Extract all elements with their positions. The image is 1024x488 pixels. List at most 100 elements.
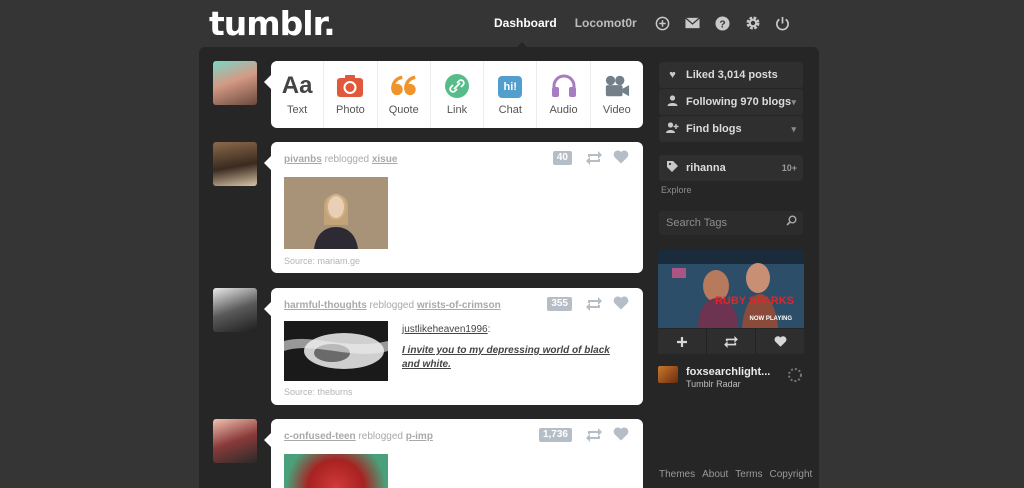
post-type-photo[interactable]: Photo bbox=[324, 61, 378, 128]
help-icon[interactable]: ? bbox=[715, 15, 731, 31]
reblog-source-link[interactable]: wrists-of-crimson bbox=[417, 300, 501, 311]
headphones-icon bbox=[551, 74, 577, 98]
radar-image[interactable]: RUBY SPARKS NOW PLAYING bbox=[658, 250, 804, 328]
tumblr-logo[interactable]: tumblr. bbox=[209, 4, 336, 43]
heart-icon[interactable] bbox=[613, 149, 629, 165]
top-nav: Dashboard Locomot0r ? bbox=[494, 0, 805, 48]
sidebar-tag-rihanna[interactable]: rihanna 10+ bbox=[659, 155, 803, 181]
radar-blog-avatar[interactable] bbox=[658, 366, 678, 383]
radar-loading-icon bbox=[786, 366, 804, 389]
search-icon[interactable] bbox=[786, 215, 797, 229]
chevron-down-icon[interactable]: ▾ bbox=[791, 97, 796, 108]
reblog-icon[interactable] bbox=[586, 297, 602, 311]
search-tags-input[interactable] bbox=[659, 211, 803, 235]
plus-icon[interactable] bbox=[658, 329, 707, 354]
footer-link-terms[interactable]: Terms bbox=[735, 469, 762, 480]
post-source[interactable]: Source: theburns bbox=[284, 387, 353, 397]
post-type-video[interactable]: Video bbox=[591, 61, 643, 128]
note-count[interactable]: 40 bbox=[552, 151, 572, 165]
post-type-link[interactable]: Link bbox=[431, 61, 485, 128]
footer-link-about[interactable]: About bbox=[702, 469, 728, 480]
avatar[interactable] bbox=[213, 419, 257, 463]
user-icon bbox=[666, 95, 679, 109]
sidebar-liked-label: Liked 3,014 posts bbox=[686, 69, 778, 81]
hands-illustration bbox=[284, 321, 388, 381]
nav-blog[interactable]: Locomot0r bbox=[575, 16, 637, 30]
mail-icon[interactable] bbox=[685, 15, 701, 31]
reblog-icon[interactable] bbox=[707, 329, 756, 354]
camera-icon bbox=[337, 74, 364, 98]
post-type-label: Quote bbox=[388, 104, 419, 116]
sidebar-liked[interactable]: ♥ Liked 3,014 posts bbox=[659, 62, 803, 88]
video-camera-icon bbox=[604, 74, 630, 98]
radar-blog-name[interactable]: foxsearchlight... bbox=[686, 366, 770, 378]
note-count[interactable]: 1,736 bbox=[538, 428, 572, 442]
quoted-user-link[interactable]: justlikeheaven1996 bbox=[402, 324, 488, 335]
post-header: harmful-thoughts reblogged wrists-of-cri… bbox=[284, 300, 501, 311]
post-author-link[interactable]: c-onfused-teen bbox=[284, 431, 356, 442]
post-photo[interactable] bbox=[284, 454, 388, 488]
explore-link[interactable]: Explore bbox=[661, 185, 692, 195]
svg-text:?: ? bbox=[720, 19, 726, 30]
heart-icon[interactable] bbox=[756, 329, 804, 354]
radar-label: Tumblr Radar bbox=[686, 379, 741, 389]
radar-actions bbox=[658, 329, 804, 354]
add-user-icon bbox=[666, 122, 679, 136]
post-action: reblogged bbox=[369, 300, 415, 311]
avatar[interactable] bbox=[213, 288, 257, 332]
post-card: c-onfused-teen reblogged p-imp 1,736 bbox=[264, 419, 643, 488]
link-icon bbox=[444, 74, 470, 98]
post-photo[interactable] bbox=[284, 177, 388, 249]
post-type-label: Audio bbox=[549, 104, 578, 116]
gear-icon[interactable] bbox=[745, 15, 761, 31]
tag-icon bbox=[666, 161, 679, 175]
post-type-label: Link bbox=[446, 104, 468, 116]
sidebar-find-blogs[interactable]: Find blogs ▾ bbox=[659, 116, 803, 142]
avatar[interactable] bbox=[213, 142, 257, 186]
reblog-source-link[interactable]: p-imp bbox=[406, 431, 433, 442]
quote-text: I invite you to my depressing world of b… bbox=[402, 345, 610, 370]
nav-dashboard[interactable]: Dashboard bbox=[494, 16, 557, 48]
portrait-illustration bbox=[284, 177, 388, 249]
tag-count-badge: 10+ bbox=[781, 163, 797, 173]
reblog-source-link[interactable]: xisue bbox=[372, 154, 398, 165]
post-type-audio[interactable]: Audio bbox=[537, 61, 591, 128]
plus-icon[interactable] bbox=[655, 15, 671, 31]
sidebar-following-label: Following 970 blogs bbox=[686, 96, 792, 108]
post-photo[interactable] bbox=[284, 321, 388, 381]
chevron-down-icon[interactable]: ▾ bbox=[791, 124, 796, 135]
note-count[interactable]: 355 bbox=[547, 297, 572, 311]
post-type-quote[interactable]: Quote bbox=[378, 61, 431, 128]
post-type-chat[interactable]: hi! Chat bbox=[484, 61, 538, 128]
sidebar-following[interactable]: Following 970 blogs ▾ bbox=[659, 89, 803, 115]
post-type-text[interactable]: Aa Text bbox=[271, 61, 325, 128]
footer-link-copyright[interactable]: Copyright bbox=[770, 469, 813, 480]
post-author-link[interactable]: harmful-thoughts bbox=[284, 300, 367, 311]
post-type-label: Video bbox=[602, 104, 631, 116]
heart-icon[interactable] bbox=[613, 295, 629, 311]
heart-icon: ♥ bbox=[669, 69, 676, 81]
post-action: reblogged bbox=[324, 154, 370, 165]
sidebar-tag-label: rihanna bbox=[686, 162, 726, 174]
text-icon: Aa bbox=[281, 72, 313, 99]
post-type-label: Chat bbox=[498, 104, 522, 116]
radar-overlay-title: RUBY SPARKS bbox=[714, 295, 794, 307]
post-source[interactable]: Source: mariam.ge bbox=[284, 256, 360, 266]
post-author-link[interactable]: pivanbs bbox=[284, 154, 322, 165]
post-type-label: Text bbox=[287, 104, 308, 116]
post-header: c-onfused-teen reblogged p-imp bbox=[284, 431, 433, 442]
post-card: pivanbs reblogged xisue 40 Source: maria… bbox=[264, 142, 643, 273]
reblog-icon[interactable] bbox=[586, 151, 602, 165]
post-type-label: Photo bbox=[336, 104, 365, 116]
quoted-user-line: justlikeheaven1996: bbox=[402, 324, 491, 335]
reblog-icon[interactable] bbox=[586, 428, 602, 442]
footer-link-themes[interactable]: Themes bbox=[659, 469, 695, 480]
radar-overlay-sub: NOW PLAYING bbox=[749, 316, 792, 322]
sidebar-find-label: Find blogs bbox=[686, 123, 742, 135]
chat-icon: hi! bbox=[498, 76, 523, 98]
post-action: reblogged bbox=[358, 431, 403, 442]
heart-icon[interactable] bbox=[613, 426, 629, 442]
power-icon[interactable] bbox=[775, 15, 791, 31]
post-header: pivanbs reblogged xisue bbox=[284, 154, 397, 165]
avatar-self[interactable] bbox=[213, 61, 257, 105]
